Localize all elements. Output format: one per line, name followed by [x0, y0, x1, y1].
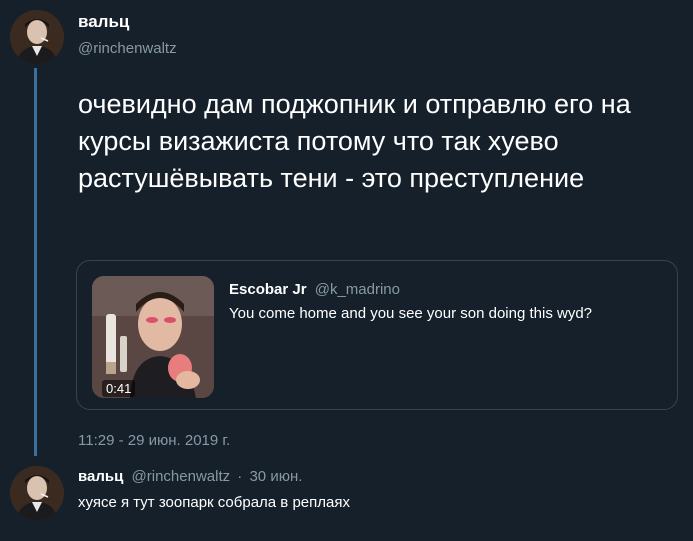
reply-date[interactable]: 30 июн.: [249, 468, 302, 485]
tweet-timestamp[interactable]: 11:29 - 29 июн. 2019 г.: [78, 432, 230, 449]
reply-header: вальц @rinchenwaltz · 30 июн.: [78, 468, 302, 485]
tweet-text: очевидно дам поджопник и отправлю его на…: [78, 89, 631, 193]
quoted-tweet-card[interactable]: 0:41 Escobar Jr @k_madrino You come home…: [76, 260, 678, 410]
video-duration: 0:41: [102, 380, 136, 397]
thread-connector-line: [34, 68, 37, 456]
reply-author-name[interactable]: вальц: [78, 468, 123, 485]
quoted-author-handle[interactable]: @k_madrino: [315, 281, 400, 298]
author-name[interactable]: вальц: [78, 12, 129, 32]
quoted-tweet-header: Escobar Jr @k_madrino: [229, 281, 400, 298]
portrait-image: [10, 466, 64, 520]
reply-text: хуясе я тут зоопарк собрала в реплаях: [78, 494, 350, 511]
author-avatar[interactable]: [10, 10, 64, 64]
reply-author-handle[interactable]: @rinchenwaltz: [132, 468, 231, 485]
quoted-video-thumbnail[interactable]: 0:41: [92, 276, 214, 398]
reply-separator: ·: [237, 468, 243, 485]
reply-author-avatar[interactable]: [10, 466, 64, 520]
quoted-tweet-text: You come home and you see your son doing…: [229, 305, 593, 322]
quoted-author-name[interactable]: Escobar Jr: [229, 281, 307, 298]
author-handle[interactable]: @rinchenwaltz: [78, 40, 177, 57]
portrait-image: [10, 10, 64, 64]
